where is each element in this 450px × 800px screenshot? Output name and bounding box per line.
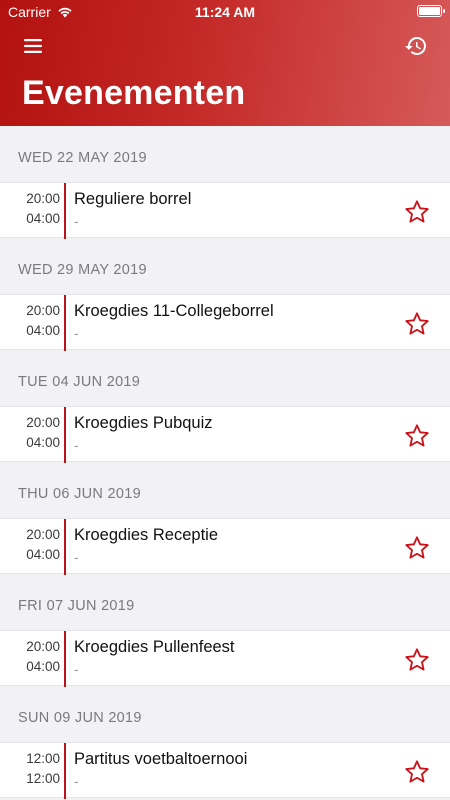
event-end-time: 04:00 [26, 547, 60, 562]
event-times: 20:00 04:00 [0, 189, 60, 229]
event-row[interactable]: 20:00 04:00 Kroegdies 11-Collegeborrel - [0, 294, 450, 351]
star-icon[interactable] [404, 759, 430, 785]
event-end-time: 04:00 [26, 435, 60, 450]
accent-divider [64, 295, 66, 351]
battery-icon [417, 5, 445, 17]
event-row[interactable]: 12:00 12:00 Partitus voetbaltoernooi - [0, 742, 450, 799]
star-icon[interactable] [404, 535, 430, 561]
event-title: Kroegdies 11-Collegeborrel [74, 302, 274, 320]
event-times: 20:00 04:00 [0, 525, 60, 565]
event-subtitle: - [74, 213, 79, 229]
event-list: WED 22 MAY 2019 20:00 04:00 Reguliere bo… [0, 126, 450, 799]
status-bar: Carrier 11:24 AM [0, 0, 450, 24]
event-subtitle: - [74, 325, 79, 341]
star-icon[interactable] [404, 311, 430, 337]
event-row[interactable]: 20:00 04:00 Kroegdies Receptie - [0, 518, 450, 575]
event-subtitle: - [74, 549, 79, 565]
day-header: TUE 04 JUN 2019 [18, 374, 141, 390]
day-header: WED 29 MAY 2019 [18, 262, 147, 278]
accent-divider [64, 407, 66, 463]
event-subtitle: - [74, 661, 79, 677]
star-icon[interactable] [404, 199, 430, 225]
star-icon[interactable] [404, 647, 430, 673]
event-title: Kroegdies Receptie [74, 526, 219, 544]
event-start-time: 20:00 [26, 415, 60, 430]
event-times: 12:00 12:00 [0, 749, 60, 789]
event-end-time: 04:00 [26, 211, 60, 226]
event-end-time: 04:00 [26, 323, 60, 338]
day-header: SUN 09 JUN 2019 [18, 710, 142, 726]
day-header: THU 06 JUN 2019 [18, 486, 141, 502]
event-title: Kroegdies Pullenfeest [74, 638, 235, 656]
event-start-time: 12:00 [26, 751, 60, 766]
day-header: FRI 07 JUN 2019 [18, 598, 135, 614]
status-time: 11:24 AM [194, 4, 256, 20]
event-subtitle: - [74, 437, 79, 453]
star-icon[interactable] [404, 423, 430, 449]
event-start-time: 20:00 [26, 303, 60, 318]
page-title: Evenementen [22, 74, 246, 112]
event-end-time: 12:00 [26, 771, 60, 786]
event-title: Reguliere borrel [74, 190, 192, 208]
event-title: Kroegdies Pubquiz [74, 414, 213, 432]
accent-divider [64, 519, 66, 575]
accent-divider [64, 631, 66, 687]
accent-divider [64, 183, 66, 239]
event-row[interactable]: 20:00 04:00 Kroegdies Pubquiz - [0, 406, 450, 463]
event-times: 20:00 04:00 [0, 413, 60, 453]
event-title: Partitus voetbaltoernooi [74, 750, 248, 768]
event-times: 20:00 04:00 [0, 301, 60, 341]
event-end-time: 04:00 [26, 659, 60, 674]
event-row[interactable]: 20:00 04:00 Kroegdies Pullenfeest - [0, 630, 450, 687]
history-icon[interactable] [404, 34, 428, 58]
app-header: Carrier 11:24 AM Evenementen [0, 0, 450, 126]
event-start-time: 20:00 [26, 527, 60, 542]
event-subtitle: - [74, 773, 79, 789]
event-start-time: 20:00 [26, 191, 60, 206]
hamburger-menu-icon[interactable] [22, 37, 44, 55]
accent-divider [64, 743, 66, 799]
event-row[interactable]: 20:00 04:00 Reguliere borrel - [0, 182, 450, 239]
day-header: WED 22 MAY 2019 [18, 150, 147, 166]
event-times: 20:00 04:00 [0, 637, 60, 677]
event-start-time: 20:00 [26, 639, 60, 654]
